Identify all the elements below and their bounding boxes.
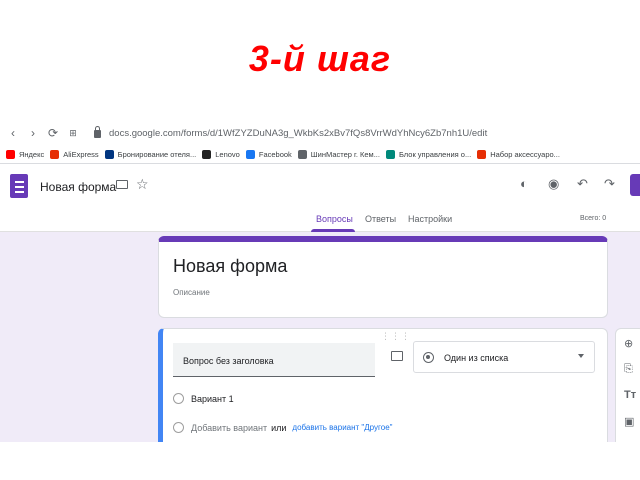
bookmarks-bar: Яндекс AliExpress Бронирование отеля... Len…: [0, 146, 640, 164]
forms-screenshot: ‹ › ⟳ ⊞ docs.google.com/forms/d/1WfZYZDu…: [0, 120, 640, 442]
question-type-label: Один из списка: [444, 353, 509, 363]
eye-icon[interactable]: ◉: [548, 176, 559, 192]
send-button[interactable]: [630, 174, 640, 196]
question-title-input[interactable]: Вопрос без заголовка: [173, 343, 375, 377]
bookmark-item[interactable]: ШинМастер г. Кем...: [297, 150, 380, 159]
tab-settings[interactable]: Настройки: [408, 214, 452, 224]
forms-logo-icon[interactable]: [10, 174, 28, 198]
bookmark-label: ШинМастер г. Кем...: [310, 150, 380, 159]
bookmark-item[interactable]: AliExpress: [50, 150, 99, 159]
reload-icon[interactable]: ⟳: [46, 126, 60, 140]
total-points: Всего: 0: [580, 215, 607, 222]
question-type-select[interactable]: Один из списка: [413, 341, 595, 373]
import-icon[interactable]: ⎘: [624, 363, 633, 376]
bookmark-favicon-icon: [6, 150, 15, 159]
radio-circle-icon: [173, 422, 184, 433]
drag-handle-icon[interactable]: ⋮⋮⋮: [381, 331, 411, 342]
bookmark-label: Яндекс: [19, 150, 45, 159]
bookmark-favicon-icon: [245, 150, 255, 159]
url-field[interactable]: docs.google.com/forms/d/1WfZYZDuNA3g_Wkb…: [109, 128, 487, 139]
bookmark-item[interactable]: Lenovo: [202, 150, 240, 159]
tab-answers[interactable]: Ответы: [365, 214, 396, 224]
address-bar: ‹ › ⟳ ⊞ docs.google.com/forms/d/1WfZYZDu…: [0, 120, 640, 146]
form-body: Новая форма Описание ⋮⋮⋮ Вопрос без заго…: [0, 232, 640, 442]
add-circle-icon[interactable]: ⊕: [624, 337, 633, 350]
bookmark-label: Lenovo: [215, 150, 240, 159]
bookmark-item[interactable]: Яндекс: [6, 150, 44, 159]
image-icon[interactable]: ▣: [624, 415, 634, 428]
radio-button-icon: [423, 352, 434, 363]
slide-title: 3-й шаг: [248, 38, 392, 79]
or-label: или: [271, 422, 287, 433]
form-title[interactable]: Новая форма: [173, 256, 287, 277]
bookmark-favicon-icon: [104, 150, 114, 159]
bookmark-item[interactable]: Бронирование отеля...: [104, 150, 197, 159]
bookmark-label: Facebook: [258, 150, 292, 159]
chevron-down-icon: [578, 354, 584, 358]
form-name[interactable]: Новая форма: [40, 180, 116, 194]
video-icon[interactable]: ▭: [624, 441, 634, 442]
add-option-button[interactable]: Добавить вариант: [191, 423, 267, 433]
bookmark-item[interactable]: Блок управления о...: [385, 150, 472, 159]
image-icon[interactable]: [391, 351, 403, 361]
lock-icon: [94, 126, 101, 138]
folder-icon[interactable]: [116, 180, 128, 189]
bookmark-label: Блок управления о...: [398, 150, 472, 159]
bookmark-label: AliExpress: [63, 150, 99, 159]
text-title-icon[interactable]: Tт: [624, 389, 636, 401]
question-card[interactable]: ⋮⋮⋮ Вопрос без заголовка Один из списка …: [158, 328, 608, 442]
bookmark-label: Бронирование отеля...: [117, 150, 197, 159]
forward-arrow-icon[interactable]: ›: [26, 126, 40, 140]
tab-questions[interactable]: Вопросы: [316, 214, 353, 224]
form-tabs: Вопросы Ответы Настройки Всего: 0: [0, 206, 640, 232]
option-label[interactable]: Вариант 1: [191, 394, 234, 404]
option-row[interactable]: Вариант 1: [173, 393, 234, 404]
bookmark-label: Набор аксессуаро...: [490, 150, 560, 159]
back-arrow-icon[interactable]: ‹: [6, 126, 20, 140]
star-icon[interactable]: ☆: [136, 176, 149, 193]
bookmark-item[interactable]: Facebook: [245, 150, 292, 159]
bookmark-favicon-icon: [477, 150, 487, 159]
bookmark-favicon-icon: [202, 150, 212, 159]
form-description[interactable]: Описание: [173, 288, 210, 297]
bookmark-favicon-icon: [50, 150, 60, 159]
undo-icon[interactable]: ↶: [577, 176, 588, 192]
title-card[interactable]: Новая форма Описание: [158, 236, 608, 318]
slide: 3-й шаг ‹ › ⟳ ⊞ docs.google.com/forms/d/…: [0, 0, 640, 480]
forms-header: Новая форма ☆ ◐ ◉ ↶ ↷: [0, 164, 640, 206]
radio-circle-icon: [173, 393, 184, 404]
side-toolbar: ⊕ ⎘ Tт ▣ ▭: [615, 328, 640, 442]
add-option-row: Добавить вариант или добавить вариант "Д…: [173, 422, 393, 433]
extension-icon[interactable]: ⊞: [66, 128, 80, 139]
palette-icon[interactable]: ◐: [520, 176, 528, 191]
bookmark-favicon-icon: [385, 150, 395, 159]
bookmark-item[interactable]: Набор аксессуаро...: [477, 150, 560, 159]
bookmark-favicon-icon: [297, 150, 307, 159]
redo-icon[interactable]: ↷: [604, 176, 615, 192]
add-other-button[interactable]: добавить вариант "Другое": [292, 423, 392, 432]
